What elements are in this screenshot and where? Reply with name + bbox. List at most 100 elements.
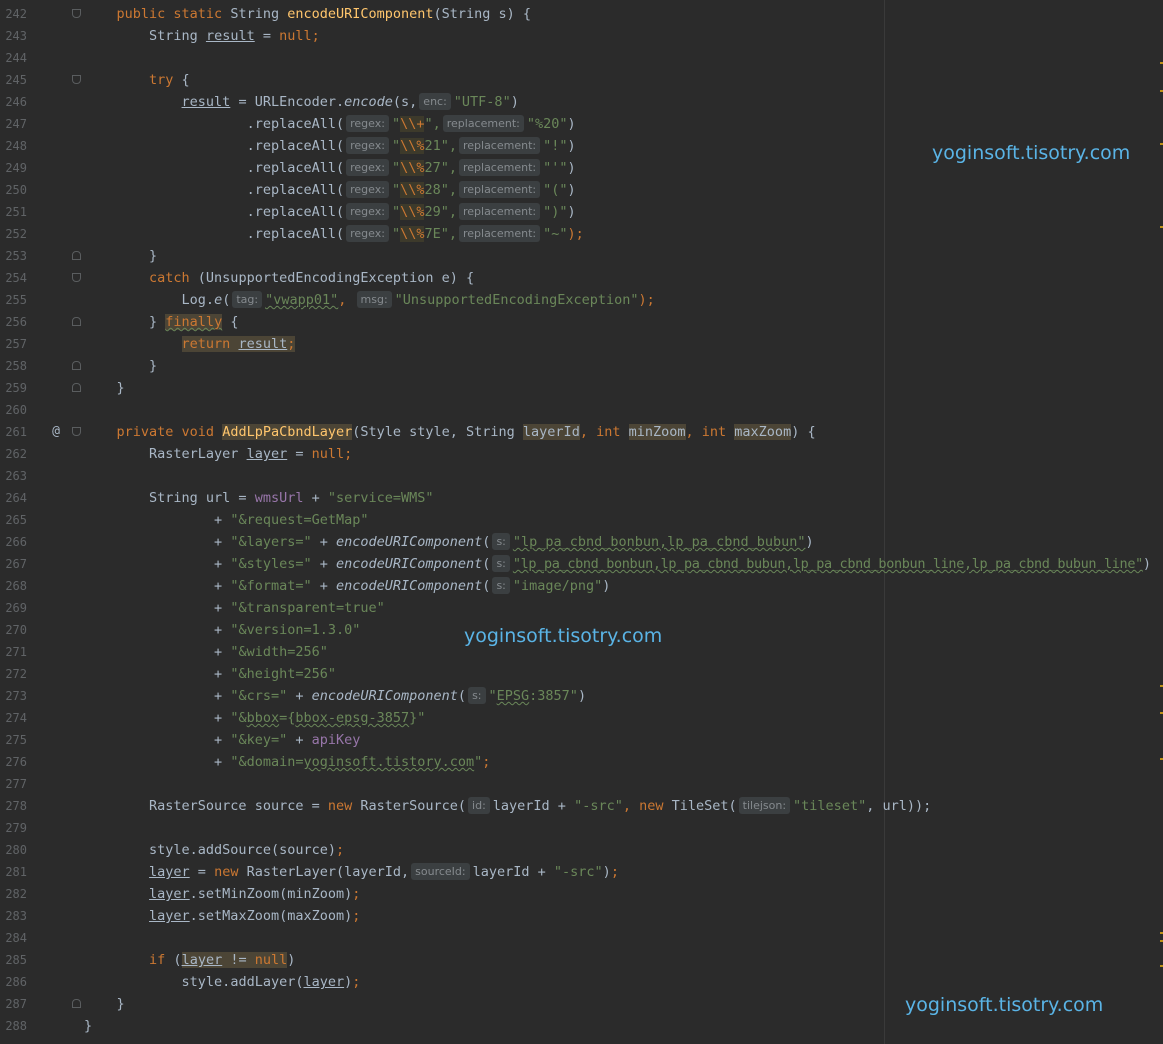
gutter-line[interactable]: 285: [0, 949, 86, 971]
code-line[interactable]: style.addLayer(layer);: [84, 971, 1163, 993]
fold-close-icon[interactable]: [72, 361, 81, 370]
code-line[interactable]: + "&format=" + encodeURIComponent(s: "ima…: [84, 575, 1163, 597]
fold-open-icon[interactable]: [72, 273, 81, 282]
fold-open-icon[interactable]: [72, 75, 81, 84]
code-line[interactable]: [84, 817, 1163, 839]
code-line[interactable]: Log.e(tag: "vwapp01", msg: "UnsupportedEnc…: [84, 289, 1163, 311]
code-line[interactable]: + "&crs=" + encodeURIComponent(s: "EPSG:3…: [84, 685, 1163, 707]
code-line[interactable]: .replaceAll(regex: "\\%7E", replacement: "~…: [84, 223, 1163, 245]
code-line[interactable]: layer.setMaxZoom(maxZoom);: [84, 905, 1163, 927]
gutter-line[interactable]: 260: [0, 399, 86, 421]
code-line[interactable]: result = URLEncoder.encode(s, enc: "UTF-8"…: [84, 91, 1163, 113]
code-line[interactable]: layer.setMinZoom(minZoom);: [84, 883, 1163, 905]
fold-close-icon[interactable]: [72, 383, 81, 392]
gutter-line[interactable]: 280: [0, 839, 86, 861]
code-line[interactable]: [84, 47, 1163, 69]
gutter-line[interactable]: 282: [0, 883, 86, 905]
gutter-line[interactable]: 261 @: [0, 421, 86, 443]
fold-open-icon[interactable]: [72, 427, 81, 436]
code-line[interactable]: RasterSource source = new RasterSource(i…: [84, 795, 1163, 817]
code-line[interactable]: RasterLayer layer = null;: [84, 443, 1163, 465]
gutter-line[interactable]: 270: [0, 619, 86, 641]
gutter-line[interactable]: 254: [0, 267, 86, 289]
code-line[interactable]: layer = new RasterLayer(layerId, sourceId…: [84, 861, 1163, 883]
code-line[interactable]: + "&transparent=true": [84, 597, 1163, 619]
gutter-line[interactable]: 273: [0, 685, 86, 707]
code-line[interactable]: try {: [84, 69, 1163, 91]
code-line[interactable]: + "&height=256": [84, 663, 1163, 685]
fold-close-icon[interactable]: [72, 317, 81, 326]
gutter-line[interactable]: 245: [0, 69, 86, 91]
code-line[interactable]: } finally {: [84, 311, 1163, 333]
fold-open-icon[interactable]: [72, 9, 81, 18]
code-line[interactable]: .replaceAll(regex: "\\%29", replacement: ")…: [84, 201, 1163, 223]
gutter-line[interactable]: 244: [0, 47, 86, 69]
code-line[interactable]: [84, 773, 1163, 795]
code-editor[interactable]: 242 243 244 245 246 247 248 249 250 251 …: [0, 0, 1163, 1044]
gutter-line[interactable]: 286: [0, 971, 86, 993]
gutter-line[interactable]: 267: [0, 553, 86, 575]
code-line[interactable]: + "&domain=yoginsoft.tistory.com";: [84, 751, 1163, 773]
fold-close-icon[interactable]: [72, 251, 81, 260]
gutter-line[interactable]: 277: [0, 773, 86, 795]
gutter-line[interactable]: 252: [0, 223, 86, 245]
code-line[interactable]: if (layer != null): [84, 949, 1163, 971]
gutter-line[interactable]: 264: [0, 487, 86, 509]
code-line[interactable]: + "&layers=" + encodeURIComponent(s: "lp_…: [84, 531, 1163, 553]
gutter-line[interactable]: 258: [0, 355, 86, 377]
code-line[interactable]: return result;: [84, 333, 1163, 355]
gutter-line[interactable]: 268: [0, 575, 86, 597]
gutter-line[interactable]: 275: [0, 729, 86, 751]
gutter-line[interactable]: 248: [0, 135, 86, 157]
code-line[interactable]: style.addSource(source);: [84, 839, 1163, 861]
code-line[interactable]: + "&key=" + apiKey: [84, 729, 1163, 751]
gutter-line[interactable]: 274: [0, 707, 86, 729]
code-line[interactable]: private void AddLpPaCbndLayer(Style styl…: [84, 421, 1163, 443]
gutter-line[interactable]: 250: [0, 179, 86, 201]
gutter-line[interactable]: 243: [0, 25, 86, 47]
code-line[interactable]: }: [84, 1015, 1163, 1037]
gutter-line[interactable]: 265: [0, 509, 86, 531]
code-line[interactable]: .replaceAll(regex: "\\+", replacement: "%20…: [84, 113, 1163, 135]
fold-close-icon[interactable]: [72, 999, 81, 1008]
gutter-line[interactable]: 246: [0, 91, 86, 113]
gutter-line[interactable]: 255: [0, 289, 86, 311]
gutter-line[interactable]: 276: [0, 751, 86, 773]
gutter-line[interactable]: 242: [0, 3, 86, 25]
gutter-line[interactable]: 278: [0, 795, 86, 817]
code-line[interactable]: [84, 465, 1163, 487]
gutter-line[interactable]: 284: [0, 927, 86, 949]
gutter-line[interactable]: 249: [0, 157, 86, 179]
code-line[interactable]: String url = wmsUrl + "service=WMS": [84, 487, 1163, 509]
code-line[interactable]: public static String encodeURIComponent(…: [84, 3, 1163, 25]
code-line[interactable]: + "&bbox={bbox-epsg-3857}": [84, 707, 1163, 729]
gutter-line[interactable]: 256: [0, 311, 86, 333]
code-line[interactable]: [84, 399, 1163, 421]
gutter-line[interactable]: 272: [0, 663, 86, 685]
gutter-line[interactable]: 279: [0, 817, 86, 839]
override-marker-icon[interactable]: @: [49, 421, 63, 443]
code-line[interactable]: }: [84, 245, 1163, 267]
code-line[interactable]: [84, 927, 1163, 949]
code-line[interactable]: .replaceAll(regex: "\\%28", replacement: "(…: [84, 179, 1163, 201]
gutter[interactable]: 242 243 244 245 246 247 248 249 250 251 …: [0, 3, 86, 1037]
gutter-line[interactable]: 247: [0, 113, 86, 135]
gutter-line[interactable]: 287: [0, 993, 86, 1015]
gutter-line[interactable]: 269: [0, 597, 86, 619]
gutter-line[interactable]: 283: [0, 905, 86, 927]
code-line[interactable]: }: [84, 377, 1163, 399]
code-line[interactable]: }: [84, 355, 1163, 377]
gutter-line[interactable]: 253: [0, 245, 86, 267]
gutter-line[interactable]: 257: [0, 333, 86, 355]
gutter-line[interactable]: 262: [0, 443, 86, 465]
code-line[interactable]: String result = null;: [84, 25, 1163, 47]
code-line[interactable]: + "&request=GetMap": [84, 509, 1163, 531]
gutter-line[interactable]: 271: [0, 641, 86, 663]
code-line[interactable]: catch (UnsupportedEncodingException e) {: [84, 267, 1163, 289]
gutter-line[interactable]: 266: [0, 531, 86, 553]
gutter-line[interactable]: 281: [0, 861, 86, 883]
gutter-line[interactable]: 259: [0, 377, 86, 399]
gutter-line[interactable]: 288: [0, 1015, 86, 1037]
code-line[interactable]: + "&styles=" + encodeURIComponent(s: "lp_…: [84, 553, 1163, 575]
gutter-line[interactable]: 263: [0, 465, 86, 487]
